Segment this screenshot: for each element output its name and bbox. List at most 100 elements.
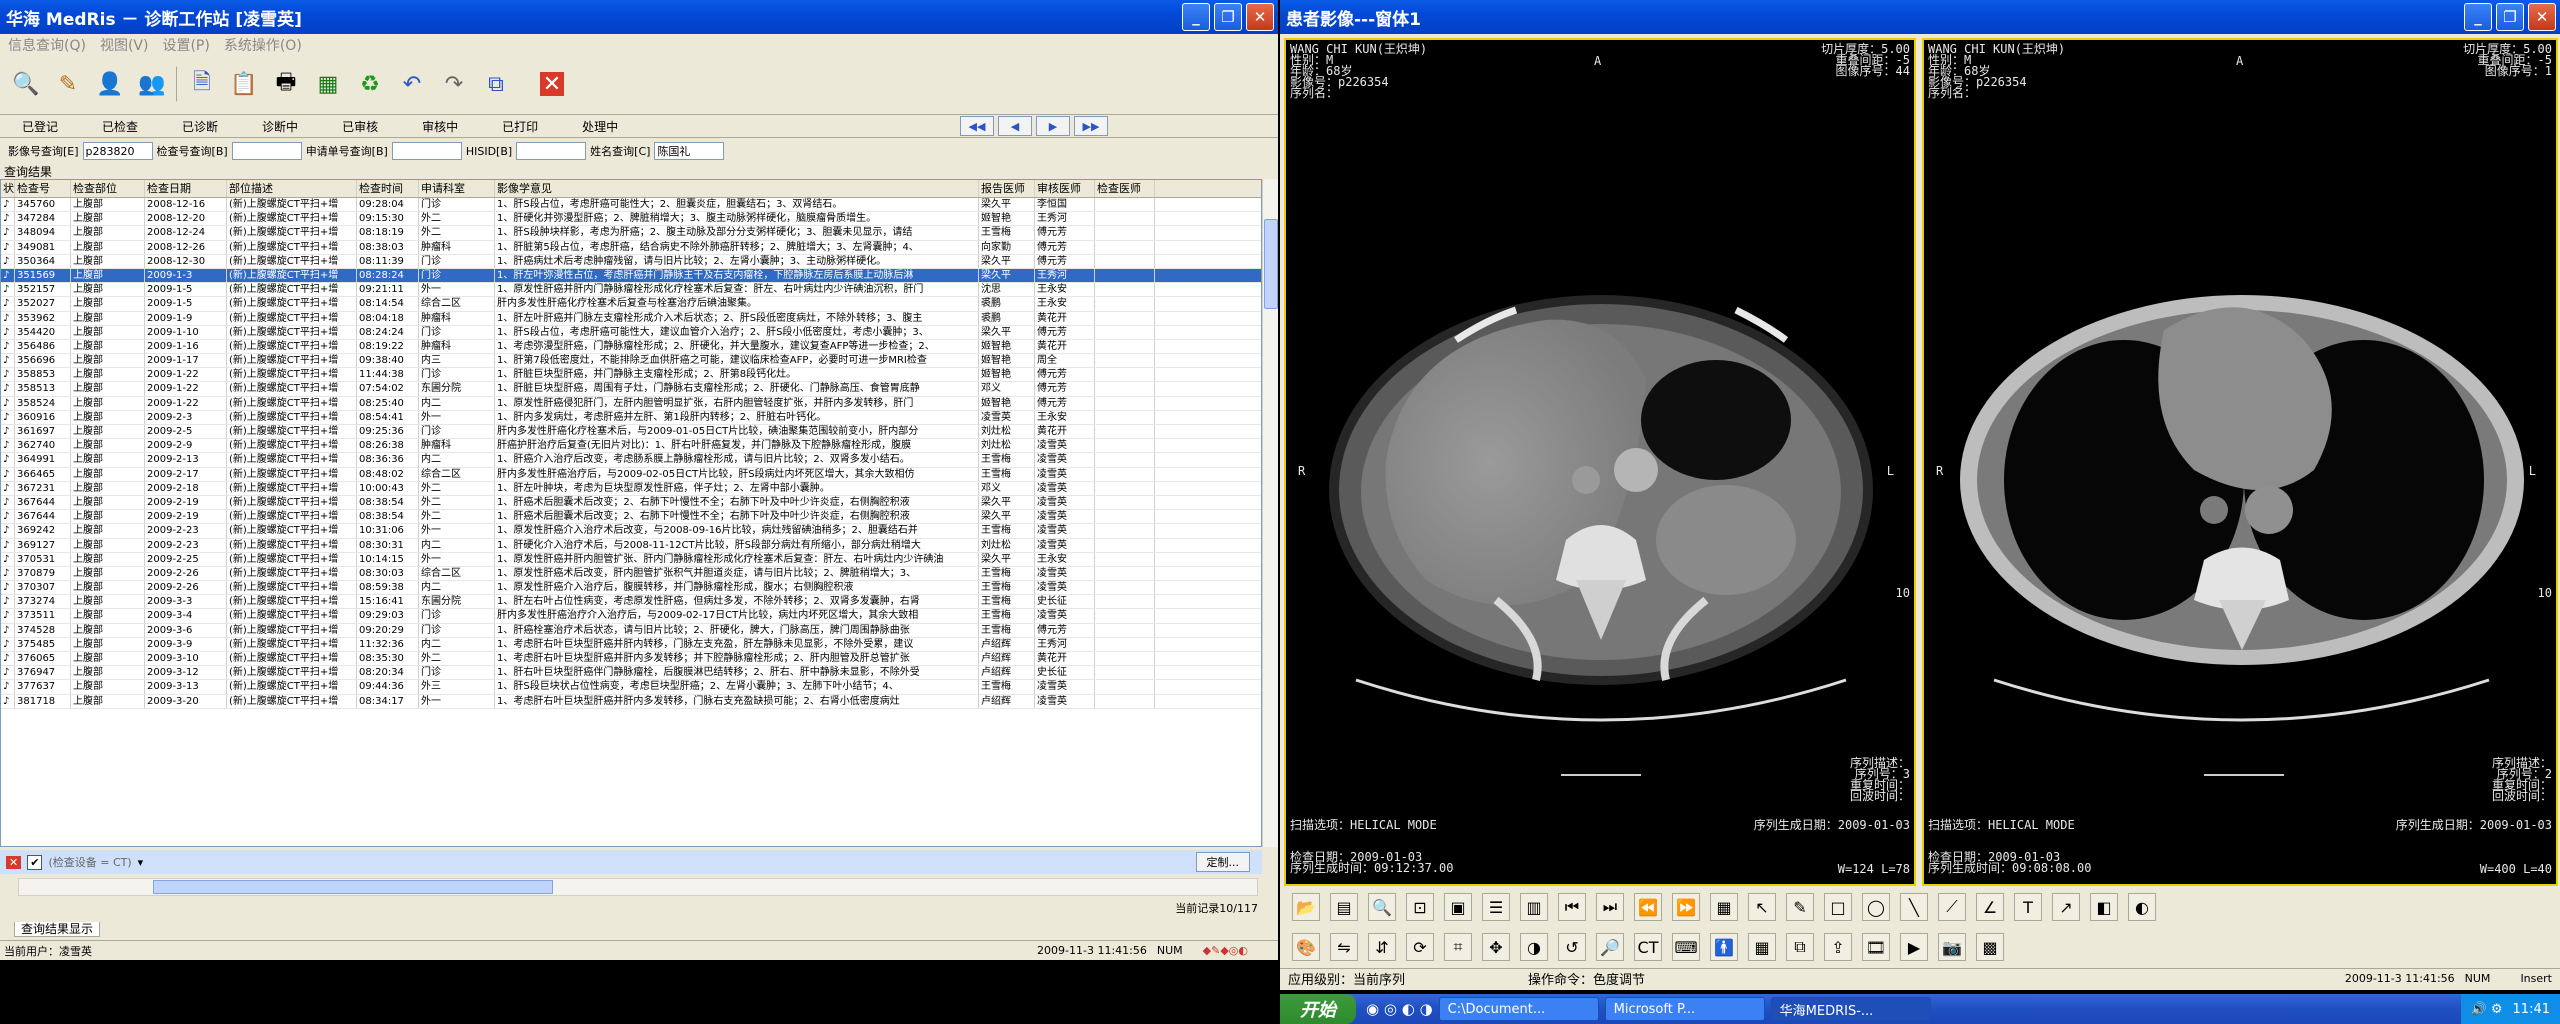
table-row[interactable]: ♪ 376947 上腹部 2009-3-12 (新)上腹螺旋CT平扫+增 08:20:34… [1, 666, 1261, 681]
window-icon[interactable]: ⧉ [478, 66, 514, 102]
table-row[interactable]: ♪ 358524 上腹部 2009-1-22 (新)上腹螺旋CT平扫+增 08:25:40… [1, 396, 1261, 411]
tab-reviewing[interactable]: 审核中 [422, 118, 458, 135]
column-header[interactable]: 检查部位 [71, 180, 145, 197]
table-row[interactable]: ♪ 369127 上腹部 2009-2-23 (新)上腹螺旋CT平扫+增 08:30:31… [1, 538, 1261, 553]
compare-icon[interactable]: ⧉ [1786, 933, 1814, 961]
hisid-input[interactable] [516, 142, 587, 160]
table-row[interactable]: ♪ 369242 上腹部 2009-2-23 (新)上腹螺旋CT平扫+增 10:31:06… [1, 524, 1261, 539]
table-row[interactable]: ♪ 354420 上腹部 2009-1-10 (新)上腹螺旋CT平扫+增 08:24:24… [1, 325, 1261, 340]
color-icon[interactable]: 🎨 [1292, 933, 1320, 961]
column-header[interactable]: 影像学意见 [495, 180, 979, 197]
print-icon[interactable]: 🖶 [268, 66, 304, 102]
film-icon[interactable]: 🎞 [1862, 933, 1890, 961]
viewer-maximize-button[interactable]: ❐ [2496, 3, 2524, 31]
undo-icon[interactable]: ↶ [394, 66, 430, 102]
name-input[interactable] [654, 142, 725, 160]
line-icon[interactable]: ╲ [1900, 893, 1928, 921]
first-record-button[interactable]: ◀◀ [960, 116, 994, 136]
menu-settings[interactable]: 设置(P) [162, 35, 209, 55]
tray-icons[interactable]: 🔊 ⚙ [2471, 1002, 2503, 1017]
next-image-icon[interactable]: ⏭ [1596, 893, 1624, 921]
menu-query[interactable]: 信息查询(Q) [8, 35, 86, 55]
table-row[interactable]: ♪ 366465 上腹部 2009-2-17 (新)上腹螺旋CT平扫+增 08:48:02… [1, 467, 1261, 482]
table-row[interactable]: ♪ 370879 上腹部 2009-2-26 (新)上腹螺旋CT平扫+增 08:30:03… [1, 566, 1261, 582]
exam-no-input[interactable] [231, 142, 302, 160]
menu-view[interactable]: 视图(V) [100, 35, 149, 55]
table-row[interactable]: ♪ 353962 上腹部 2009-1-9 (新)上腹螺旋CT平扫+增 08:04:18 肿… [1, 311, 1261, 326]
table-row[interactable]: ♪ 381718 上腹部 2009-3-20 (新)上腹螺旋CT平扫+增 08:34:17… [1, 694, 1261, 709]
prev-record-button[interactable]: ◀ [998, 116, 1032, 136]
task-medris[interactable]: 华海MEDRIS-... [1770, 997, 1931, 1021]
rect-icon[interactable]: □ [1824, 893, 1852, 921]
menu-system[interactable]: 系统操作(O) [224, 35, 302, 55]
refresh-icon[interactable]: ♻ [352, 66, 388, 102]
measure-icon[interactable]: ⟋ [1938, 893, 1966, 921]
maximize-button[interactable]: ❐ [1214, 3, 1242, 31]
request-no-input[interactable] [391, 142, 462, 160]
filter-dropdown-icon[interactable]: ▾ [138, 856, 144, 869]
close-button[interactable]: ✕ [1246, 3, 1274, 31]
exit-icon[interactable]: ✕ [540, 72, 564, 97]
tab-examined[interactable]: 已检查 [102, 118, 138, 135]
series-icon[interactable]: ☰ [1482, 893, 1510, 921]
table-vscroll[interactable] [1262, 179, 1278, 847]
tab-diagnosed[interactable]: 已诊断 [182, 118, 218, 135]
fit-icon[interactable]: ⊡ [1406, 893, 1434, 921]
tab-reviewed[interactable]: 已审核 [342, 118, 378, 135]
arrow-icon[interactable]: ↗ [2052, 893, 2080, 921]
export-icon[interactable]: ⇪ [1824, 933, 1852, 961]
column-header[interactable]: 检查时间 [357, 180, 419, 197]
table-row[interactable]: ♪ 364991 上腹部 2009-2-13 (新)上腹螺旋CT平扫+增 08:36:36… [1, 453, 1261, 468]
layout-icon[interactable]: ▤ [1330, 893, 1358, 921]
table-row[interactable]: ♪ 373511 上腹部 2009-3-4 (新)上腹螺旋CT平扫+增 09:29:03 门… [1, 609, 1261, 624]
table-row[interactable]: ♪ 358513 上腹部 2009-1-22 (新)上腹螺旋CT平扫+增 07:54:02… [1, 382, 1261, 397]
title-bar[interactable]: 华海 MedRis － 诊断工作站 [凌雪英] _ ❐ ✕ [0, 0, 1278, 34]
excel-icon[interactable]: ▦ [310, 66, 346, 102]
vscroll-thumb[interactable] [1264, 219, 1278, 309]
viewer-close-button[interactable]: ✕ [2528, 3, 2556, 31]
next-record-button[interactable]: ▶ [1036, 116, 1070, 136]
magnify-icon[interactable]: 🔎 [1596, 933, 1624, 961]
wl-icon[interactable]: ◑ [1520, 933, 1548, 961]
task-powerpoint[interactable]: Microsoft P... [1604, 997, 1765, 1021]
clear-filter-icon[interactable]: ✕ [6, 855, 22, 869]
table-row[interactable]: ♪ 351569 上腹部 2009-1-3 (新)上腹螺旋CT平扫+增 08:28:24 门… [1, 268, 1261, 284]
ct-viewport-2[interactable]: WANG CHI KUN(王炽坤) 性别：M 年龄：68岁 影像号：p22635… [1922, 38, 2558, 886]
open-folder-icon[interactable]: 📂 [1292, 893, 1320, 921]
column-header[interactable]: 申请科室 [419, 180, 495, 197]
prev-series-icon[interactable]: ⏪ [1634, 893, 1662, 921]
edit-icon[interactable]: ✎ [50, 66, 86, 102]
start-button[interactable]: 开始 [1280, 994, 1356, 1024]
ct-viewport-1[interactable]: WANG CHI KUN(王炽坤) 性别：M 年龄：68岁 影像号：p22635… [1284, 38, 1916, 886]
document-icon[interactable]: 🗎 [184, 66, 220, 102]
minimize-button[interactable]: _ [1182, 3, 1210, 31]
hscroll-thumb[interactable] [153, 880, 553, 894]
table-row[interactable]: ♪ 358853 上腹部 2009-1-22 (新)上腹螺旋CT平扫+增 11:44:38… [1, 368, 1261, 383]
column-header[interactable]: 审核医师 [1035, 180, 1095, 197]
ct-value-icon[interactable]: CT [1634, 933, 1662, 961]
first-image-icon[interactable]: ⏮ [1558, 893, 1586, 921]
table-row[interactable]: ♪ 356696 上腹部 2009-1-17 (新)上腹螺旋CT平扫+增 09:38:40… [1, 354, 1261, 369]
table-row[interactable]: ♪ 356486 上腹部 2009-1-16 (新)上腹螺旋CT平扫+增 08:19:22… [1, 339, 1261, 355]
redo-icon[interactable]: ↷ [436, 66, 472, 102]
rotate-icon[interactable]: ⟳ [1406, 933, 1434, 961]
table-row[interactable]: ♪ 347284 上腹部 2008-12-20 (新)上腹螺旋CT平扫+增 09:15:3… [1, 212, 1261, 227]
grid-icon[interactable]: ▦ [1710, 893, 1738, 921]
capture-icon[interactable]: 📷 [1938, 933, 1966, 961]
table-row[interactable]: ♪ 361697 上腹部 2009-2-5 (新)上腹螺旋CT平扫+增 09:25:36 门… [1, 425, 1261, 440]
column-header[interactable]: 检查日期 [145, 180, 227, 197]
person-icon[interactable]: 👤 [92, 66, 128, 102]
column-header[interactable]: 检查医师 [1095, 180, 1155, 197]
group-icon[interactable]: 👥 [134, 66, 170, 102]
column-header[interactable]: 部位描述 [227, 180, 357, 197]
tab-printed[interactable]: 已打印 [502, 118, 538, 135]
pointer-icon[interactable]: ↖ [1748, 893, 1776, 921]
zoom-icon[interactable]: 🔍 [1368, 893, 1396, 921]
report-icon[interactable]: 📋 [226, 66, 262, 102]
img-icon[interactable]: ▣ [1444, 893, 1472, 921]
table-row[interactable]: ♪ 349081 上腹部 2008-12-26 (新)上腹螺旋CT平扫+增 08:38:0… [1, 240, 1261, 255]
reset-icon[interactable]: ↺ [1558, 933, 1586, 961]
flip-h-icon[interactable]: ⇋ [1330, 933, 1358, 961]
mpr-icon[interactable]: ▩ [1976, 933, 2004, 961]
last-record-button[interactable]: ▶▶ [1074, 116, 1108, 136]
